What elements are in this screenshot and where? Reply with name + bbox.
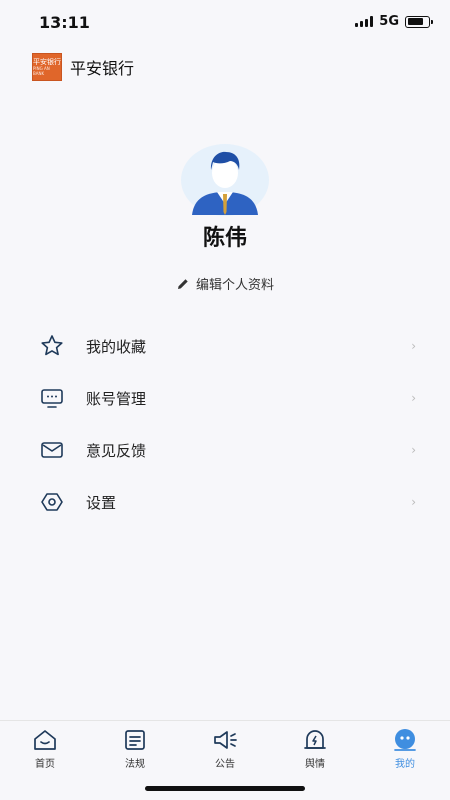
profile-face-icon: [391, 727, 419, 753]
tab-label: 公告: [215, 759, 235, 770]
chevron-right-icon: ›: [411, 495, 416, 509]
tab-home[interactable]: 首页: [0, 727, 90, 770]
status-bar: 13:11 5G: [0, 0, 450, 46]
pencil-icon: [177, 278, 188, 289]
bell-lightning-icon: [301, 727, 329, 753]
app-header: 平安银行 PING AN BANK 平安银行: [32, 53, 134, 81]
star-icon: [38, 332, 66, 360]
home-icon: [31, 727, 59, 753]
chevron-right-icon: ›: [411, 443, 416, 457]
app-title: 平安银行: [70, 59, 135, 78]
battery-icon: [405, 15, 433, 28]
signal-icon: [355, 16, 374, 27]
tab-announcements[interactable]: 公告: [180, 727, 270, 770]
tab-regulations[interactable]: 法规: [90, 727, 180, 770]
avatar[interactable]: [180, 142, 270, 216]
menu-label: 设置: [86, 493, 117, 512]
network-label: 5G: [379, 14, 399, 29]
profile-section: 陈伟 编辑个人资料: [0, 142, 450, 293]
chevron-right-icon: ›: [411, 339, 416, 353]
tab-label: 舆情: [305, 759, 325, 770]
tab-mine[interactable]: 我的: [360, 727, 450, 770]
mail-icon: [38, 436, 66, 464]
status-time: 13:11: [39, 13, 90, 32]
edit-profile-label: 编辑个人资料: [195, 278, 274, 293]
menu-item-favorites[interactable]: 我的收藏 ›: [0, 320, 450, 372]
bank-logo: 平安银行 PING AN BANK: [32, 53, 62, 81]
home-indicator: [145, 786, 305, 791]
edit-profile-link[interactable]: 编辑个人资料: [176, 274, 274, 293]
megaphone-icon: [211, 727, 239, 753]
logo-subtext: PING AN BANK: [33, 66, 50, 76]
menu-label: 意见反馈: [86, 441, 147, 460]
document-icon: [121, 727, 149, 753]
menu-item-feedback[interactable]: 意见反馈 ›: [0, 424, 450, 476]
logo-text: 平安银行: [33, 58, 61, 66]
status-indicators: 5G: [355, 14, 433, 29]
tab-label: 首页: [35, 759, 55, 770]
menu-label: 我的收藏: [86, 337, 147, 356]
user-name: 陈伟: [202, 226, 247, 251]
settings-menu: 我的收藏 › 账号管理 › 意见反馈 › 设置 ›: [0, 320, 450, 528]
menu-item-settings[interactable]: 设置 ›: [0, 476, 450, 528]
menu-label: 账号管理: [86, 389, 147, 408]
chevron-right-icon: ›: [411, 391, 416, 405]
account-icon: [38, 384, 66, 412]
tab-label: 我的: [395, 759, 415, 770]
menu-item-account[interactable]: 账号管理 ›: [0, 372, 450, 424]
tab-label: 法规: [125, 759, 145, 770]
tab-public-opinion[interactable]: 舆情: [270, 727, 360, 770]
settings-icon: [38, 488, 66, 516]
battery-fill: [407, 18, 423, 25]
